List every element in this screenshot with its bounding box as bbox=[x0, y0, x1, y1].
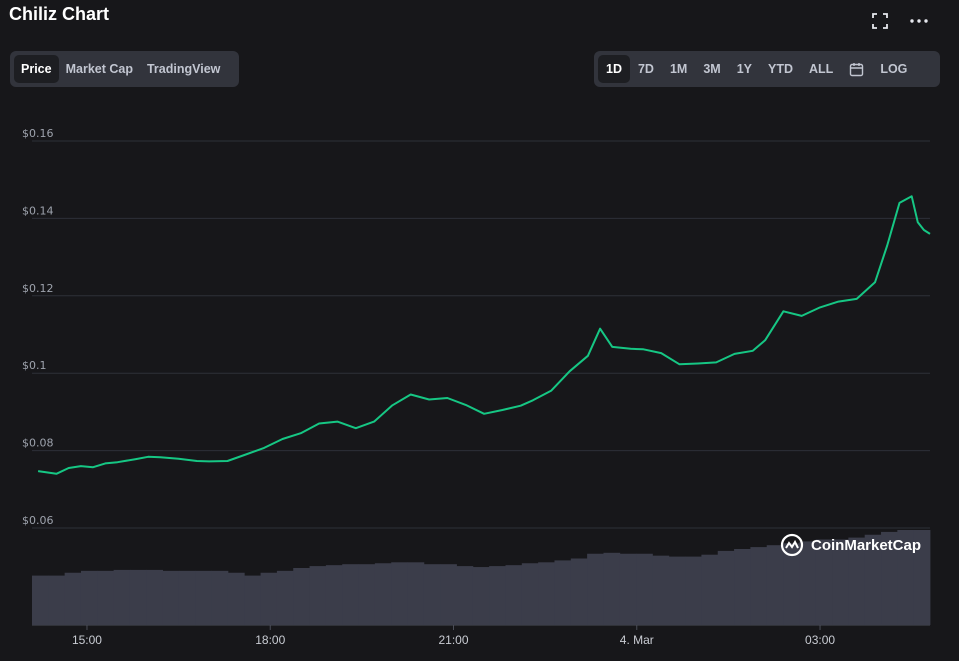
volume-bar bbox=[750, 547, 768, 625]
volume-bar bbox=[32, 575, 49, 625]
volume-bar bbox=[48, 575, 66, 625]
volume-bar bbox=[570, 558, 588, 625]
volume-bar bbox=[505, 565, 523, 625]
volume-bar bbox=[472, 567, 490, 625]
volume-bar bbox=[374, 563, 392, 625]
volume-bar bbox=[456, 566, 474, 625]
volume-bar bbox=[734, 549, 751, 625]
volume-bar bbox=[489, 566, 506, 625]
volume-bar bbox=[587, 553, 604, 625]
watermark: CoinMarketCap bbox=[780, 533, 921, 557]
volume-bar bbox=[276, 570, 294, 625]
x-tick-label: 21:00 bbox=[438, 633, 468, 647]
volume-bar bbox=[80, 570, 98, 625]
volume-bar bbox=[717, 550, 735, 625]
y-axis-ticks: $0.16 $0.14 $0.12 $0.1 $0.08 $0.06 bbox=[22, 127, 54, 527]
volume-bar bbox=[325, 565, 343, 625]
volume-bar bbox=[244, 575, 261, 625]
volume-bar bbox=[342, 564, 359, 625]
y-tick-label: $0.06 bbox=[22, 514, 54, 527]
x-axis-ticks: 15:0018:0021:004. Mar03:0006:0009:0012:0… bbox=[72, 625, 835, 647]
volume-bar bbox=[538, 562, 555, 625]
y-tick-label: $0.14 bbox=[22, 204, 54, 217]
watermark-text: CoinMarketCap bbox=[811, 536, 922, 554]
volume-bar bbox=[636, 553, 653, 625]
y-tick-label: $0.1 bbox=[22, 359, 47, 372]
volume-bar bbox=[554, 560, 572, 625]
x-tick-label: 4. Mar bbox=[620, 633, 654, 647]
price-chart: $0.16 $0.14 $0.12 $0.1 $0.08 $0.06 15:00 18:00… bbox=[22, 127, 931, 647]
volume-bar bbox=[146, 569, 164, 625]
volume-bar bbox=[195, 570, 212, 625]
volume-bar bbox=[227, 572, 245, 625]
x-tick-label: 18:00 bbox=[255, 633, 285, 647]
volume-bar bbox=[619, 553, 637, 625]
y-tick-label: $0.08 bbox=[22, 437, 54, 450]
volume-bar bbox=[440, 564, 457, 625]
y-tick-label: $0.16 bbox=[22, 127, 54, 140]
volume-bar bbox=[701, 554, 719, 625]
volume-bar bbox=[685, 556, 702, 625]
y-tick-label: $0.12 bbox=[22, 282, 54, 295]
volume-bar bbox=[211, 570, 229, 625]
volume-bar bbox=[113, 569, 131, 625]
volume-bar bbox=[64, 572, 82, 625]
x-tick-label: 15:00 bbox=[72, 633, 102, 647]
price-line-series bbox=[37, 195, 931, 475]
volume-bar bbox=[766, 545, 784, 625]
x-tick-label: 03:00 bbox=[805, 633, 835, 647]
volume-bar bbox=[358, 564, 376, 625]
volume-bar bbox=[603, 552, 621, 625]
volume-bar bbox=[293, 568, 310, 625]
volume-bar bbox=[391, 562, 408, 625]
volume-bar bbox=[521, 563, 539, 625]
volume-bar bbox=[652, 555, 670, 625]
volume-bar bbox=[129, 569, 147, 625]
volume-bar bbox=[423, 564, 441, 625]
volume-bar bbox=[178, 570, 196, 625]
volume-bar bbox=[162, 570, 180, 625]
coinmarketcap-logo-icon bbox=[780, 533, 804, 557]
volume-bar bbox=[260, 572, 278, 625]
volume-bar bbox=[407, 562, 425, 625]
volume-bar bbox=[668, 556, 686, 625]
volume-bar bbox=[309, 566, 327, 625]
volume-bar bbox=[97, 570, 115, 625]
price-line bbox=[37, 195, 931, 475]
